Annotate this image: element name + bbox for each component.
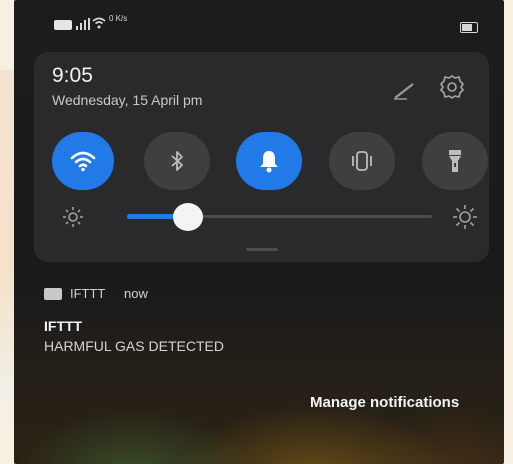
wifi-toggle[interactable]	[52, 132, 114, 190]
notification-card[interactable]: IFTTT now IFTTT HARMFUL GAS DETECTED	[34, 276, 489, 376]
gear-icon[interactable]	[439, 74, 465, 100]
wifi-icon	[92, 17, 106, 29]
notification-app-name: IFTTT	[70, 286, 106, 301]
wifi-icon	[70, 151, 96, 172]
bluetooth-icon	[171, 151, 183, 171]
phone-screen: 0 K/s 9:05 Wednesday, 15 April pm IFTTT …	[14, 0, 504, 464]
ifttt-app-icon	[44, 288, 62, 300]
status-bar: 0 K/s	[14, 0, 504, 40]
quick-settings-panel: 9:05 Wednesday, 15 April pm	[34, 52, 489, 262]
brightness-control	[52, 202, 482, 232]
flashlight-icon	[449, 150, 461, 172]
sound-toggle[interactable]	[236, 132, 302, 190]
brightness-high-icon	[453, 205, 477, 229]
vibrate-icon	[352, 151, 372, 171]
brightness-slider-thumb[interactable]	[173, 203, 203, 231]
notification-body: HARMFUL GAS DETECTED	[44, 338, 224, 354]
flashlight-toggle[interactable]	[422, 132, 488, 190]
manage-notifications-button[interactable]: Manage notifications	[310, 394, 459, 411]
signal-icon	[76, 18, 90, 30]
battery-icon	[460, 22, 478, 33]
vibrate-toggle[interactable]	[329, 132, 395, 190]
wallpaper-glow	[14, 380, 504, 464]
quick-toggles	[52, 132, 488, 192]
brightness-low-icon	[63, 207, 83, 227]
notification-time: now	[124, 286, 148, 301]
pencil-icon[interactable]	[391, 78, 419, 102]
clock-date: Wednesday, 15 April pm	[52, 92, 203, 108]
data-speed-indicator: 0 K/s	[109, 14, 128, 23]
bluetooth-toggle[interactable]	[144, 132, 210, 190]
notification-title: IFTTT	[44, 318, 83, 334]
bell-icon	[260, 151, 278, 173]
clock-time: 9:05	[52, 64, 93, 87]
sim-card-icon	[54, 20, 72, 30]
drag-handle[interactable]	[246, 248, 278, 251]
